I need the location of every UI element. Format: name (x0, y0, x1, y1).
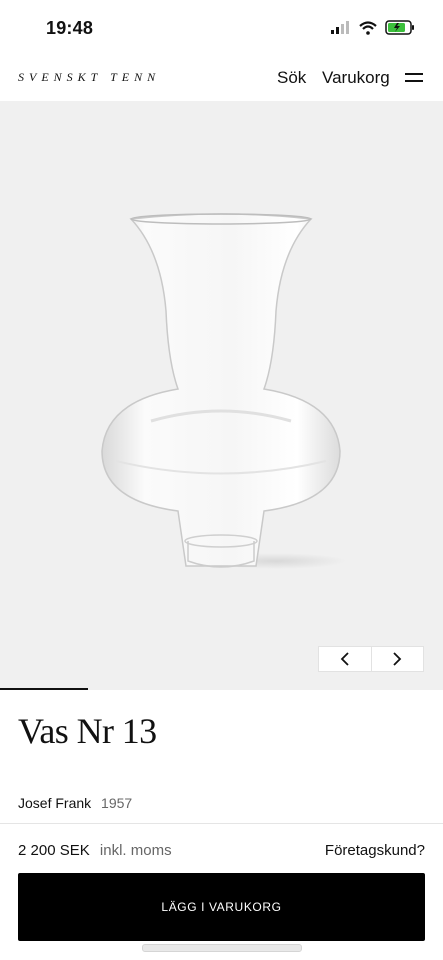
add-to-cart-button[interactable]: LÄGG I VARUKORG (18, 873, 425, 941)
design-year: 1957 (101, 795, 133, 811)
site-header: SVENSKT TENN Sök Varukorg (0, 60, 443, 100)
search-link[interactable]: Sök (277, 68, 306, 88)
status-icons (331, 20, 415, 40)
tax-note: inkl. moms (99, 842, 172, 859)
price-row: 2 200 SEK inkl. moms (18, 842, 172, 859)
carousel-controls (318, 646, 424, 672)
business-customer-link[interactable]: Företagskund? (325, 842, 425, 859)
product-title: Vas Nr 13 (18, 711, 157, 751)
status-time: 19:48 (46, 18, 94, 38)
product-image-carousel[interactable] (0, 101, 443, 690)
cart-link[interactable]: Varukorg (322, 68, 390, 88)
carousel-prev-button[interactable] (319, 647, 371, 671)
hamburger-menu-icon[interactable] (405, 71, 423, 83)
designer-name[interactable]: Josef Frank (18, 795, 91, 811)
product-price: 2 200 SEK (18, 842, 90, 859)
carousel-progress-indicator (0, 688, 88, 690)
chevron-right-icon (393, 652, 402, 666)
status-bar: 19:48 (0, 0, 443, 60)
battery-icon (385, 20, 415, 40)
wifi-icon (359, 20, 377, 40)
signal-icon (331, 21, 351, 39)
home-indicator (142, 944, 302, 952)
chevron-left-icon (340, 652, 349, 666)
brand-logo[interactable]: SVENSKT TENN (18, 70, 160, 85)
vase-image (101, 213, 346, 569)
carousel-next-button[interactable] (370, 647, 424, 671)
product-meta: Josef Frank 1957 (18, 795, 132, 811)
divider (0, 823, 443, 824)
